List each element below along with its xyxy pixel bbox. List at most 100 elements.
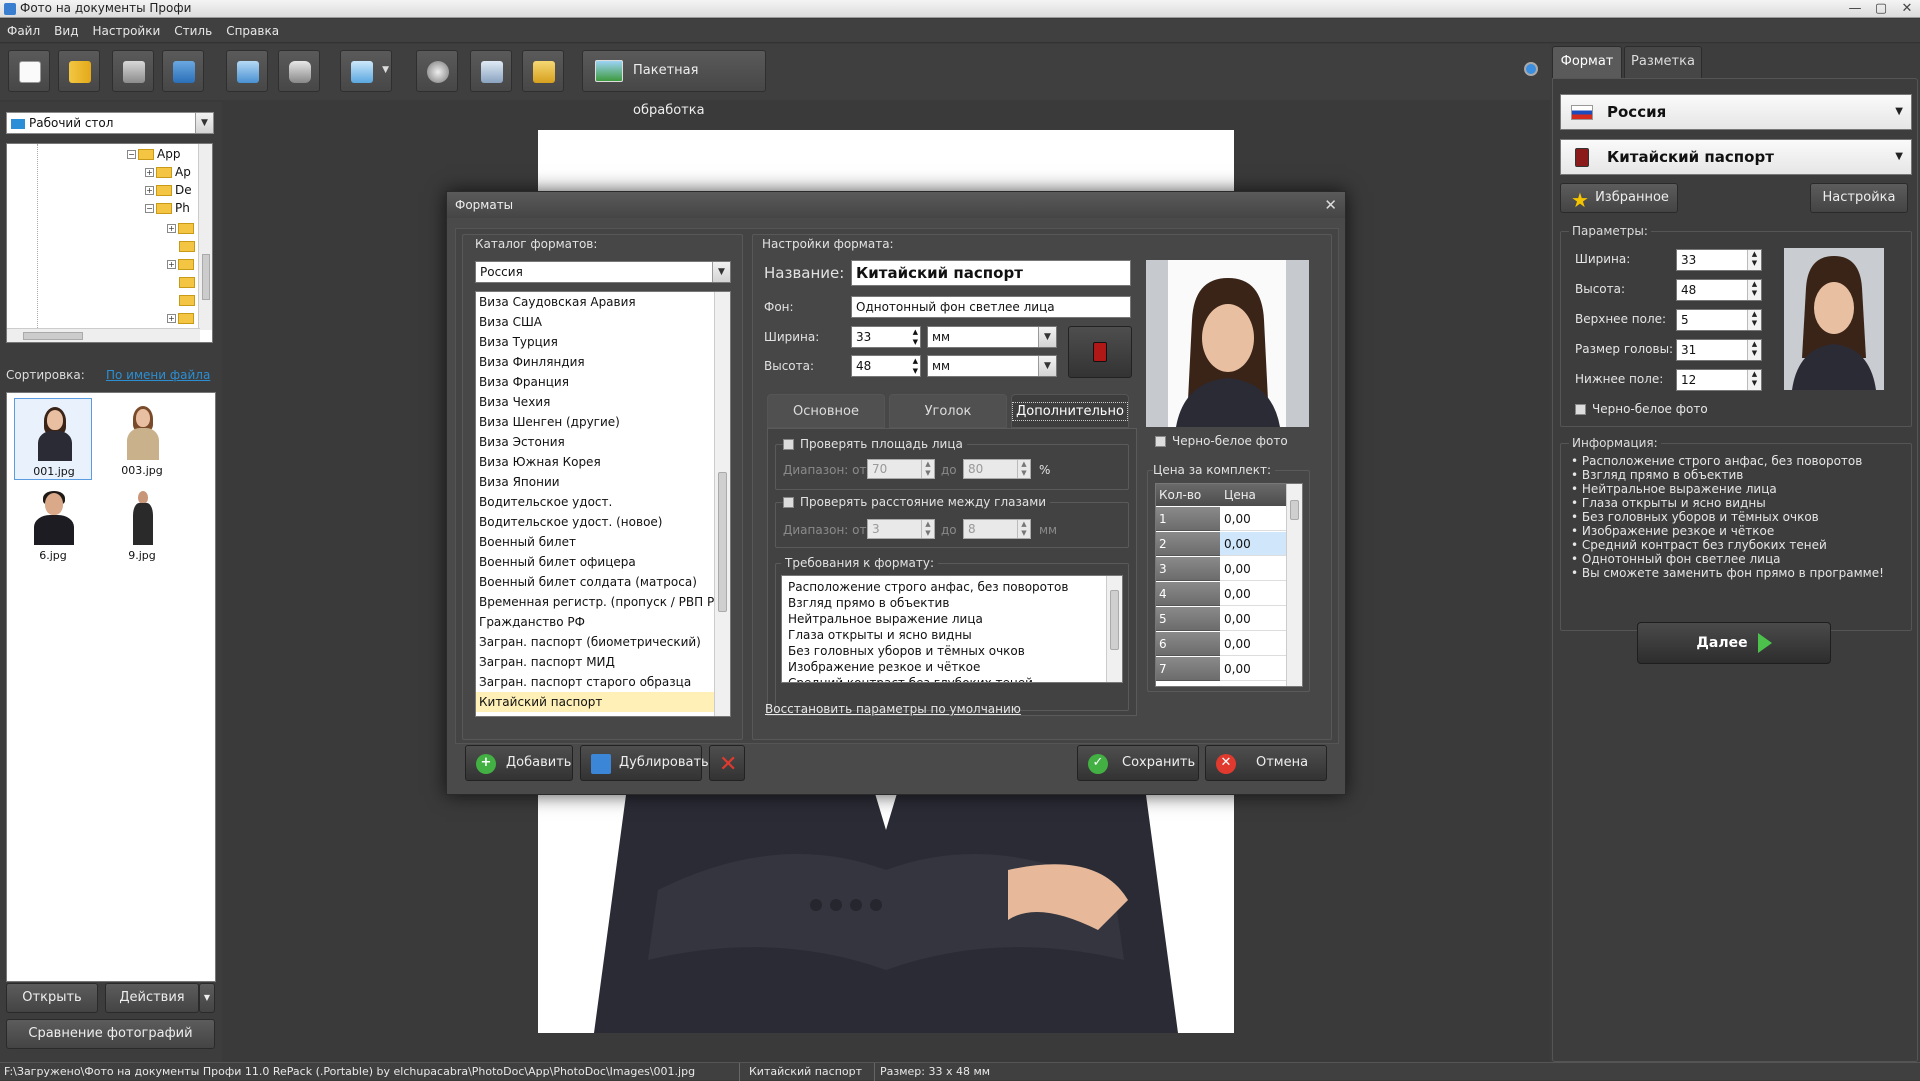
background-input[interactable]: Однотонный фон светлее лица [851, 296, 1131, 318]
bottom-margin-stepper[interactable]: 12 ▲ ▼ [1676, 369, 1762, 391]
format-list-item[interactable]: Виза Шенген (другие) [476, 412, 730, 432]
tree-node[interactable]: + [167, 256, 197, 272]
width-stepper[interactable]: 33 ▲ ▼ [851, 326, 921, 348]
format-list-scrollbar[interactable] [714, 292, 730, 716]
spin-arrows-icon[interactable]: ▲ ▼ [1747, 310, 1761, 330]
checkbox-icon[interactable] [783, 497, 794, 508]
expand-icon[interactable]: + [167, 224, 176, 233]
spin-arrows-icon[interactable]: ▲ ▼ [1747, 280, 1761, 300]
expand-icon[interactable]: + [145, 186, 154, 195]
price-row[interactable]: 1 0,00 [1156, 507, 1288, 532]
bw-photo-checkbox[interactable]: Черно-белое фото [1575, 402, 1708, 416]
tab-advanced[interactable]: Дополнительно [1011, 394, 1129, 428]
eye-to-stepper[interactable]: 8 ▲ ▼ [963, 519, 1031, 539]
next-button[interactable]: Далее [1637, 622, 1831, 664]
menu-file[interactable]: Файл [0, 19, 47, 43]
restore-defaults-link[interactable]: Восстановить параметры по умолчанию [765, 702, 1021, 716]
dropdown-icon[interactable]: ▼ [382, 65, 389, 75]
format-list-item[interactable]: Загран. паспорт (биометрический) [476, 632, 730, 652]
sort-by-filename-link[interactable]: По имени файла [106, 368, 210, 382]
height-stepper[interactable]: 48 ▲ ▼ [1676, 279, 1762, 301]
chevron-down-icon[interactable]: ▼ [1895, 140, 1903, 174]
print-button[interactable] [162, 50, 204, 92]
thumbnail-item[interactable]: 001.jpg [14, 398, 92, 480]
price-row[interactable]: 2 0,00 [1156, 532, 1288, 557]
expand-icon[interactable]: + [167, 314, 176, 323]
format-list-item[interactable]: Виза Чехия [476, 392, 730, 412]
save-button[interactable]: ✓ Сохранить [1077, 745, 1199, 781]
face-to-stepper[interactable]: 80 ▲ ▼ [963, 459, 1031, 479]
tree-node-ph[interactable]: − Ph [145, 200, 190, 216]
spin-arrows-icon[interactable]: ▲ ▼ [1017, 460, 1030, 478]
tree-node[interactable] [179, 238, 198, 254]
checkbox-icon[interactable] [1575, 404, 1586, 415]
dialog-bw-checkbox[interactable]: Черно-белое фото [1155, 434, 1288, 448]
menu-settings[interactable]: Настройки [85, 19, 167, 43]
price-cell[interactable]: 0,00 [1220, 532, 1288, 556]
passport-color-button[interactable] [1068, 326, 1132, 378]
face-from-stepper[interactable]: 70 ▲ ▼ [867, 459, 935, 479]
tree-node-de[interactable]: + De [145, 182, 192, 198]
price-row[interactable]: 4 0,00 [1156, 582, 1288, 607]
format-list-item[interactable]: Временная регистр. (пропуск / РВП РФ) [476, 592, 730, 612]
tree-node[interactable]: + [167, 220, 197, 236]
price-cell[interactable]: 0,00 [1220, 632, 1288, 656]
format-list-item[interactable]: Гражданство РФ [476, 612, 730, 632]
tree-node[interactable]: + [167, 310, 197, 326]
chevron-down-icon[interactable]: ▼ [712, 262, 730, 282]
width-unit-select[interactable]: мм ▼ [927, 326, 1057, 348]
format-list-item[interactable]: Загран. паспорт МИД [476, 652, 730, 672]
close-window-button[interactable]: ✕ [1894, 0, 1920, 18]
thumbnail-item[interactable]: 6.jpg [14, 483, 92, 565]
open-photo-button[interactable] [226, 50, 268, 92]
tab-corner[interactable]: Уголок [889, 394, 1007, 428]
price-cell[interactable]: 0,00 [1220, 557, 1288, 581]
tab-markup[interactable]: Разметка [1624, 46, 1702, 78]
chevron-down-icon[interactable]: ▼ [1895, 95, 1903, 129]
format-list-item[interactable]: Виза США [476, 312, 730, 332]
document-select[interactable]: Китайский паспорт ▼ [1560, 139, 1912, 175]
tree-node[interactable] [179, 292, 198, 308]
format-list-item[interactable]: Военный билет [476, 532, 730, 552]
cancel-button[interactable]: ✕ Отмена [1205, 745, 1327, 781]
chevron-down-icon[interactable]: ▼ [195, 113, 213, 133]
batch-processing-button[interactable]: Пакетная обработка [582, 50, 766, 118]
favorites-button[interactable]: ★ Избранное [1560, 183, 1678, 213]
checkbox-icon[interactable] [1155, 436, 1166, 447]
chevron-down-icon[interactable]: ▼ [1038, 356, 1056, 376]
format-list-item[interactable]: Виза Турция [476, 332, 730, 352]
tab-basic[interactable]: Основное [767, 394, 885, 428]
menu-help[interactable]: Справка [219, 19, 286, 43]
collapse-icon[interactable]: − [145, 204, 154, 213]
catalog-country-select[interactable]: Россия ▼ [475, 261, 731, 283]
price-cell[interactable]: 0,00 [1220, 607, 1288, 631]
open-button[interactable]: Открыть [6, 983, 98, 1013]
format-list-item[interactable]: Виза Саудовская Аравия [476, 292, 730, 312]
spin-arrows-icon[interactable]: ▲ ▼ [921, 520, 934, 538]
format-list-item[interactable]: Военный билет солдата (матроса) [476, 572, 730, 592]
duplicate-button[interactable]: Дублировать [580, 745, 709, 781]
screen-button[interactable]: ▼ [340, 50, 392, 92]
actions-dropdown-icon[interactable]: ▼ [199, 983, 215, 1013]
open-button[interactable] [58, 50, 100, 92]
menu-view[interactable]: Вид [47, 19, 85, 43]
close-icon[interactable]: ✕ [1324, 192, 1337, 218]
price-cell[interactable]: 0,00 [1220, 582, 1288, 606]
format-list-item[interactable]: Китайский паспорт [476, 692, 730, 712]
format-list-item[interactable]: Загран. паспорт старого образца [476, 672, 730, 692]
checkbox-icon[interactable] [783, 439, 794, 450]
tree-hscroll[interactable] [7, 328, 200, 342]
spin-arrows-icon[interactable]: ▲ ▼ [913, 356, 918, 376]
tree-node-app[interactable]: − App [127, 146, 180, 162]
requirements-scrollbar[interactable] [1106, 576, 1122, 682]
format-list-item[interactable]: Виза Эстония [476, 432, 730, 452]
compare-photos-button[interactable]: Сравнение фотографий [6, 1019, 215, 1049]
price-row[interactable]: 6 0,00 [1156, 632, 1288, 657]
face-area-checkbox[interactable]: Проверять площадь лица [783, 437, 967, 451]
tab-format[interactable]: Формат [1552, 46, 1622, 78]
chevron-down-icon[interactable]: ▼ [1038, 327, 1056, 347]
add-button[interactable]: + Добавить [465, 745, 573, 781]
minimize-button[interactable]: — [1842, 0, 1868, 18]
tree-node[interactable] [179, 274, 198, 290]
price-row[interactable]: 5 0,00 [1156, 607, 1288, 632]
